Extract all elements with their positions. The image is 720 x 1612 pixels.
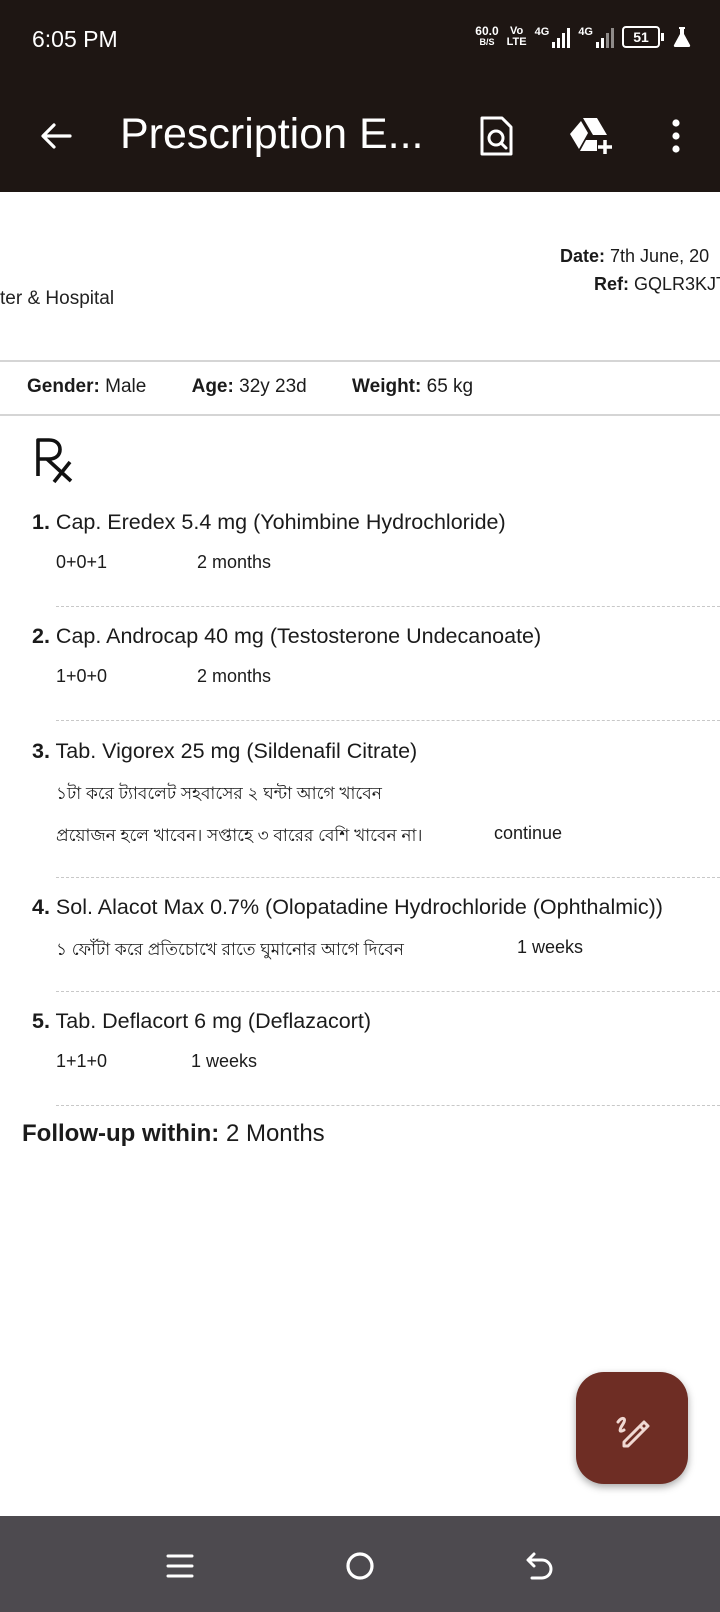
medicine-title: 1. Cap. Eredex 5.4 mg (Yohimbine Hydroch… <box>32 510 506 535</box>
age-field: Age: 32y 23d <box>192 376 307 397</box>
volte-icon: Vo LTE <box>507 26 527 48</box>
battery-level: 51 <box>622 26 660 48</box>
ref-value: GQLR3KJT <box>634 274 720 294</box>
drive-add-icon <box>570 118 612 154</box>
medicine-duration: continue <box>494 823 563 843</box>
medicine-name: Tab. Deflacort 6 mg (Deflazacort) <box>55 1009 371 1033</box>
more-vert-icon <box>672 119 680 153</box>
add-to-drive-button[interactable] <box>565 110 617 162</box>
recents-button[interactable] <box>158 1544 202 1588</box>
ref-label: Ref: <box>594 274 629 294</box>
weight-field: Weight: 65 kg <box>352 376 473 397</box>
gender-field: Gender: Male <box>27 376 146 397</box>
medicine-number: 2. <box>32 624 50 648</box>
medicine-duration: 1 weeks <box>517 937 584 957</box>
divider <box>0 360 720 362</box>
followup-label: Follow-up within: <box>22 1120 220 1147</box>
prescription-document[interactable]: ter & Hospital Date: 7th June, 20 Ref: G… <box>0 192 720 1516</box>
home-button[interactable] <box>338 1544 382 1588</box>
network-speed-value: 60.0 <box>475 24 499 38</box>
item-divider <box>56 720 720 721</box>
age-value: 32y 23d <box>239 376 307 397</box>
volte-bottom: LTE <box>506 36 527 48</box>
network-speed: 60.0 B/S <box>475 24 499 48</box>
gender-value: Male <box>105 376 147 397</box>
more-options-button[interactable] <box>656 110 696 162</box>
page-title: Prescription E... <box>120 110 424 158</box>
weight-label: Weight: <box>352 376 422 397</box>
medicine-name: Cap. Androcap 40 mg (Testosterone Undeca… <box>55 624 542 648</box>
system-nav-bar <box>0 1516 720 1612</box>
item-divider <box>56 991 720 992</box>
status-bar: 6:05 PM 60.0 B/S Vo LTE 4G 4G 51 <box>0 0 720 82</box>
medicine-instruction: ১টা করে ট্যাবলেট সহবাসের ২ ঘন্টা আগে খাব… <box>56 784 382 803</box>
back-icon <box>526 1552 553 1580</box>
date-value: 7th June, 20 <box>610 246 710 266</box>
medicine-title: 5. Tab. Deflacort 6 mg (Deflazacort) <box>32 1009 371 1034</box>
medicine-dose: 1+0+0 <box>56 666 108 686</box>
medicine-name: Cap. Eredex 5.4 mg (Yohimbine Hydrochlor… <box>55 510 506 534</box>
medicine-duration: 2 months <box>197 666 272 686</box>
medicine-duration: 2 months <box>197 552 272 572</box>
rx-symbol-icon <box>36 438 73 484</box>
divider <box>0 414 720 416</box>
app-bar: Prescription E... <box>0 82 720 192</box>
medicine-number: 4. <box>32 895 50 919</box>
network-speed-unit: B/S <box>479 37 495 47</box>
followup: Follow-up within: 2 Months <box>22 1120 325 1148</box>
ref-line: Ref: GQLR3KJT <box>594 274 720 295</box>
patient-info: Gender: Male Age: 32y 23d Weight: 65 kg <box>27 376 513 398</box>
medicine-name: Sol. Alacot Max 0.7% (Olopatadine Hydroc… <box>55 895 663 919</box>
item-divider <box>56 1105 720 1106</box>
status-time: 6:05 PM <box>32 26 118 52</box>
back-nav-button[interactable] <box>518 1544 562 1588</box>
search-document-button[interactable] <box>470 110 522 162</box>
back-arrow-icon <box>41 123 72 149</box>
sim1-label: 4G <box>534 26 550 38</box>
medicine-dose: 1+1+0 <box>56 1051 108 1071</box>
medicine-title: 4. Sol. Alacot Max 0.7% (Olopatadine Hyd… <box>32 895 663 920</box>
age-label: Age: <box>191 376 234 397</box>
item-divider <box>56 877 720 878</box>
document-search-icon <box>480 116 513 156</box>
medicine-duration: 1 weeks <box>191 1051 258 1071</box>
home-icon <box>346 1552 374 1580</box>
signal-sim2-icon: 4G <box>578 26 614 48</box>
signal-sim1-icon: 4G <box>535 26 571 48</box>
medicine-number: 3. <box>32 739 50 763</box>
gender-label: Gender: <box>27 376 100 397</box>
edit-signature-icon <box>616 1416 650 1448</box>
battery-icon: 51 <box>622 26 664 48</box>
medicine-name: Tab. Vigorex 25 mg (Sildenafil Citrate) <box>55 739 418 763</box>
hospital-name: ter & Hospital <box>0 288 115 309</box>
edit-fab-button[interactable] <box>576 1372 688 1484</box>
item-divider <box>56 606 720 607</box>
date-line: Date: 7th June, 20 <box>560 246 709 267</box>
medicine-number: 5. <box>32 1009 50 1033</box>
followup-value: 2 Months <box>225 1120 325 1147</box>
medicine-instruction: ১ ফোঁটা করে প্রতিচোখে রাতে ঘুমানোর আগে দ… <box>56 940 404 959</box>
sim2-label: 4G <box>578 26 593 38</box>
flask-icon <box>673 27 691 47</box>
back-button[interactable] <box>32 112 80 160</box>
status-icons: 60.0 B/S Vo LTE 4G 4G 51 <box>475 24 692 48</box>
medicine-number: 1. <box>32 510 50 534</box>
medicine-dose: 0+0+1 <box>56 552 108 572</box>
medicine-title: 2. Cap. Androcap 40 mg (Testosterone Und… <box>32 624 541 649</box>
medicine-instruction-2: প্রয়োজন হলে খাবেন। সপ্তাহে ৩ বারের বেশি… <box>56 826 423 845</box>
medicine-title: 3. Tab. Vigorex 25 mg (Sildenafil Citrat… <box>32 739 417 764</box>
weight-value: 65 kg <box>426 376 474 397</box>
date-label: Date: <box>560 246 606 266</box>
menu-icon <box>166 1554 194 1578</box>
